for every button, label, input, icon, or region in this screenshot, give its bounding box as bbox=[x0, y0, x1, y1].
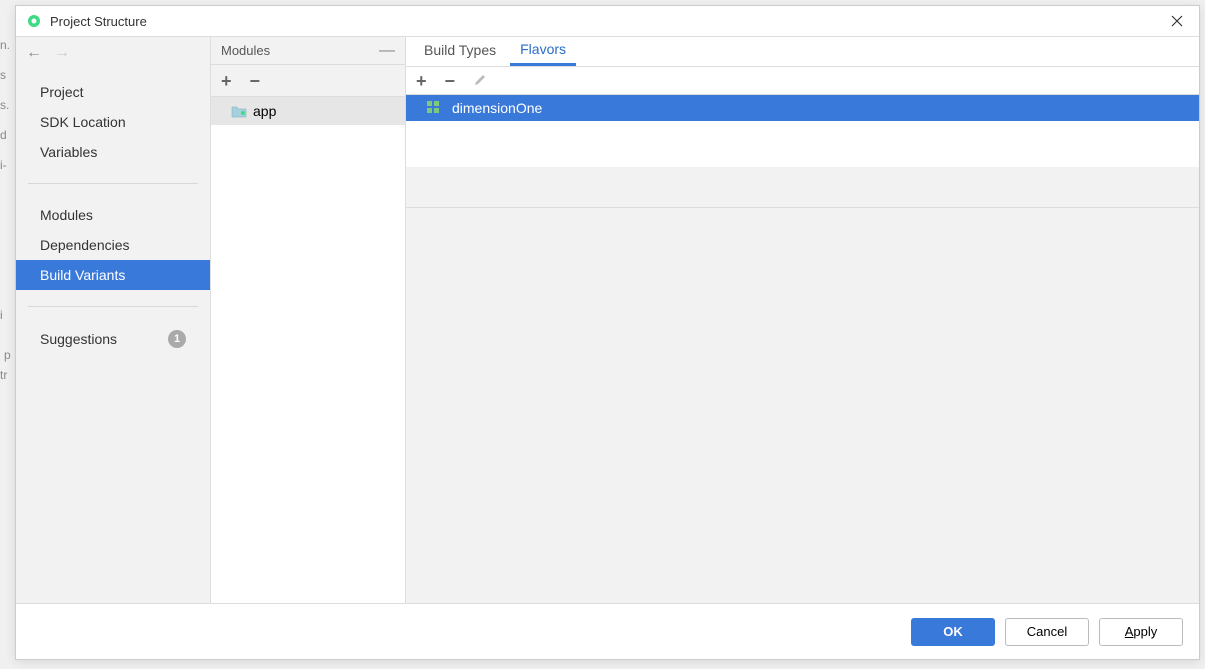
ok-button[interactable]: OK bbox=[911, 618, 995, 646]
sidebar-item-label: Project bbox=[40, 84, 84, 100]
sidebar-item-dependencies[interactable]: Dependencies bbox=[16, 230, 210, 260]
sidebar-section-general: Project SDK Location Variables bbox=[16, 69, 210, 175]
sidebar-item-label: Build Variants bbox=[40, 267, 125, 283]
sidebar: ← → Project SDK Location Variables Modul… bbox=[16, 37, 211, 603]
nav-arrows: ← → bbox=[16, 37, 210, 69]
window-title: Project Structure bbox=[50, 14, 1165, 29]
sidebar-item-sdk-location[interactable]: SDK Location bbox=[16, 107, 210, 137]
add-flavor-icon[interactable]: + bbox=[416, 72, 427, 90]
module-item-app[interactable]: app bbox=[211, 97, 405, 125]
dialog-body: ← → Project SDK Location Variables Modul… bbox=[16, 36, 1199, 603]
module-item-label: app bbox=[253, 103, 276, 119]
modules-panel: Modules — + − app bbox=[211, 37, 406, 603]
button-label: Apply bbox=[1125, 624, 1158, 639]
sidebar-section-suggestions: Suggestions 1 bbox=[16, 315, 210, 363]
background-text: n.ss.di-itr bbox=[0, 30, 10, 390]
cancel-button[interactable]: Cancel bbox=[1005, 618, 1089, 646]
remove-flavor-icon[interactable]: − bbox=[445, 72, 456, 90]
titlebar: Project Structure bbox=[16, 6, 1199, 36]
flavor-item-label: dimensionOne bbox=[452, 100, 542, 116]
edit-flavor-icon[interactable] bbox=[473, 72, 487, 90]
tab-flavors[interactable]: Flavors bbox=[510, 36, 576, 66]
sidebar-item-label: SDK Location bbox=[40, 114, 126, 130]
back-arrow-icon[interactable]: ← bbox=[26, 44, 42, 62]
tab-label: Flavors bbox=[520, 41, 566, 57]
flavors-toolbar: + − bbox=[406, 67, 1199, 95]
tab-label: Build Types bbox=[424, 42, 496, 58]
flavor-item-dimension-one[interactable]: dimensionOne bbox=[406, 95, 1199, 121]
apply-button[interactable]: Apply bbox=[1099, 618, 1183, 646]
modules-toolbar: + − bbox=[211, 65, 405, 97]
add-module-icon[interactable]: + bbox=[221, 72, 232, 90]
grid-icon bbox=[426, 100, 442, 116]
flavor-list-container: dimensionOne bbox=[406, 95, 1199, 167]
sidebar-section-modules: Modules Dependencies Build Variants bbox=[16, 192, 210, 298]
flavor-detail-area bbox=[406, 207, 1199, 603]
tab-build-types[interactable]: Build Types bbox=[414, 36, 506, 66]
background-text: p bbox=[4, 340, 11, 370]
sidebar-divider bbox=[28, 183, 198, 184]
folder-icon bbox=[231, 104, 247, 118]
flavor-list: dimensionOne bbox=[406, 95, 1199, 121]
sidebar-divider bbox=[28, 306, 198, 307]
content-panel: Build Types Flavors + − bbox=[406, 37, 1199, 603]
android-studio-icon bbox=[26, 13, 42, 29]
forward-arrow-icon[interactable]: → bbox=[54, 44, 70, 62]
tabs: Build Types Flavors bbox=[406, 37, 1199, 67]
remove-module-icon[interactable]: − bbox=[250, 72, 261, 90]
project-structure-dialog: Project Structure ← → Project SDK Locati… bbox=[15, 5, 1200, 660]
sidebar-item-label: Dependencies bbox=[40, 237, 130, 253]
suggestions-badge: 1 bbox=[168, 330, 186, 348]
minimize-icon[interactable]: — bbox=[379, 42, 395, 60]
sidebar-item-modules[interactable]: Modules bbox=[16, 200, 210, 230]
sidebar-item-build-variants[interactable]: Build Variants bbox=[16, 260, 210, 290]
close-icon[interactable] bbox=[1165, 9, 1189, 33]
sidebar-item-label: Modules bbox=[40, 207, 93, 223]
sidebar-item-label: Suggestions bbox=[40, 331, 117, 347]
sidebar-item-project[interactable]: Project bbox=[16, 77, 210, 107]
modules-header-label: Modules bbox=[221, 43, 270, 58]
dialog-footer: OK Cancel Apply bbox=[16, 603, 1199, 659]
sidebar-item-variables[interactable]: Variables bbox=[16, 137, 210, 167]
button-label: OK bbox=[943, 624, 963, 639]
button-label: Cancel bbox=[1027, 624, 1067, 639]
sidebar-item-suggestions[interactable]: Suggestions 1 bbox=[16, 323, 210, 355]
sidebar-item-label: Variables bbox=[40, 144, 97, 160]
modules-header: Modules — bbox=[211, 37, 405, 65]
